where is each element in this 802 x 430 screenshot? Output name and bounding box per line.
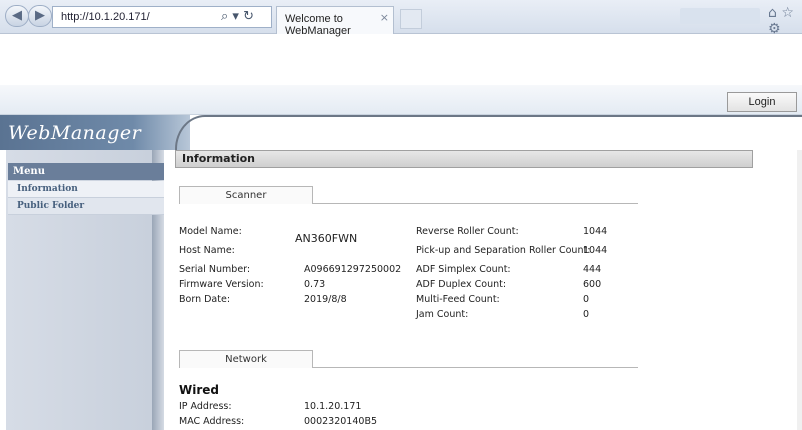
tab-webmanager[interactable]: Welcome to WebManager ×: [276, 6, 394, 37]
address-text: http://10.1.20.171/: [61, 11, 150, 23]
forward-icon: ▶: [35, 8, 45, 23]
born-date-label: Born Date:: [179, 294, 231, 305]
model-name-label: Model Name:: [179, 226, 242, 237]
information-header-bar: Information: [175, 150, 753, 168]
new-tab-button[interactable]: [400, 9, 422, 29]
page-scrollbar[interactable]: [797, 150, 802, 430]
close-icon[interactable]: ×: [380, 11, 389, 24]
host-name-label: Host Name:: [179, 245, 235, 256]
adf-duplex-count-label: ADF Duplex Count:: [416, 279, 507, 290]
wired-heading: Wired: [179, 383, 219, 397]
ip-address-value: 10.1.20.171: [304, 401, 362, 412]
reverse-roller-count-value: 1044: [583, 226, 608, 237]
mac-address-value: 0002320140B5: [304, 416, 378, 427]
browser-search-box[interactable]: [680, 8, 760, 24]
serial-number-value: A096691297250002: [304, 264, 402, 275]
header-divider: [175, 115, 802, 151]
forward-button[interactable]: ▶: [28, 5, 52, 27]
ip-address-label: IP Address:: [179, 401, 232, 412]
home-favorites-tools-icons[interactable]: ⌂ ☆ ⚙: [768, 5, 802, 37]
jam-count-value: 0: [583, 309, 590, 320]
adf-duplex-count-value: 600: [583, 279, 602, 290]
multi-feed-count-value: 0: [583, 294, 590, 305]
multi-feed-count-label: Multi-Feed Count:: [416, 294, 500, 305]
webmanager-logo: WebManager: [8, 122, 142, 144]
search-refresh-icon[interactable]: ⌕ ▾ ↻: [221, 9, 254, 24]
login-button[interactable]: Login: [727, 92, 797, 112]
reverse-roller-count-label: Reverse Roller Count:: [416, 226, 519, 237]
scanner-section-line: [312, 203, 638, 204]
jam-count-label: Jam Count:: [416, 309, 469, 320]
back-icon: ◀: [12, 8, 22, 23]
back-button[interactable]: ◀: [5, 5, 29, 27]
pickup-roller-count-label: Pick-up and Separation Roller Count:: [416, 245, 591, 256]
tab-network[interactable]: Network: [179, 350, 313, 368]
firmware-version-label: Firmware Version:: [179, 279, 264, 290]
sidebar-item-public-folder[interactable]: Public Folder: [8, 198, 164, 215]
page-title: Information: [182, 152, 255, 165]
firmware-version-value: 0.73: [304, 279, 326, 290]
model-name-value: AN360FWN: [295, 232, 358, 245]
menu-heading: Menu: [8, 163, 164, 180]
mac-address-label: MAC Address:: [179, 416, 245, 427]
network-section-line: [312, 367, 638, 368]
tab-title: Welcome to WebManager: [285, 13, 351, 37]
sidebar-item-information[interactable]: Information: [8, 181, 164, 198]
serial-number-label: Serial Number:: [179, 264, 251, 275]
pickup-roller-count-value: 1044: [583, 245, 608, 256]
page-top-strip: [0, 85, 802, 115]
address-bar[interactable]: http://10.1.20.171/ ⌕ ▾ ↻: [52, 6, 272, 28]
adf-simplex-count-label: ADF Simplex Count:: [416, 264, 511, 275]
adf-simplex-count-value: 444: [583, 264, 602, 275]
born-date-value: 2019/8/8: [304, 294, 347, 305]
tab-scanner[interactable]: Scanner: [179, 186, 313, 204]
